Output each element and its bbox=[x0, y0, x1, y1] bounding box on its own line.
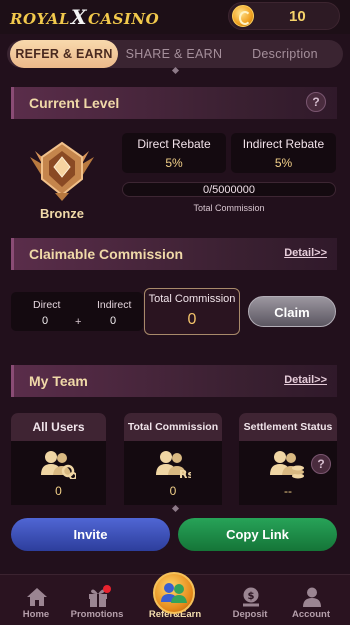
users-link-icon bbox=[41, 451, 76, 479]
claim-button[interactable]: Claim bbox=[248, 296, 336, 327]
nav-deposit-label: Deposit bbox=[232, 609, 268, 620]
balance-pill[interactable]: 10 bbox=[228, 2, 340, 30]
divider-diamond-lower bbox=[171, 504, 180, 513]
promotions-notification-badge bbox=[103, 585, 111, 593]
logo-text-casino: CASINO bbox=[88, 10, 160, 28]
direct-rebate-value: 5% bbox=[165, 156, 183, 170]
deposit-icon: $ bbox=[243, 587, 259, 607]
tab-refer-earn[interactable]: REFER & EARN bbox=[10, 40, 118, 68]
team-detail-link[interactable]: Detail>> bbox=[284, 374, 327, 386]
progress-caption: Total Commission bbox=[193, 203, 265, 213]
settlement-status-label: Settlement Status bbox=[239, 413, 337, 441]
nav-promotions[interactable]: Promotions bbox=[67, 575, 127, 625]
home-icon bbox=[27, 588, 47, 606]
nav-promotions-label: Promotions bbox=[70, 609, 124, 620]
claimable-total-value: 0 bbox=[187, 311, 197, 328]
claimable-total-box: Total Commission 0 bbox=[144, 288, 240, 335]
all-users-label: All Users bbox=[11, 413, 106, 441]
current-level-help-icon[interactable]: ? bbox=[306, 92, 326, 112]
nav-account-label: Account bbox=[292, 609, 330, 620]
indirect-label: Indirect bbox=[97, 299, 132, 311]
settlement-help-icon[interactable]: ? bbox=[311, 454, 331, 474]
plus-sign: + bbox=[75, 316, 82, 328]
total-commission-card[interactable]: Total Commission Rs 0 bbox=[124, 413, 222, 505]
settlement-status-card[interactable]: Settlement Status ? -- bbox=[239, 413, 337, 505]
direct-indirect-box: Direct 0 + Indirect 0 bbox=[11, 292, 143, 331]
coin-icon bbox=[232, 5, 254, 27]
direct-label: Direct bbox=[33, 299, 61, 311]
all-users-card[interactable]: All Users 0 bbox=[11, 413, 106, 505]
current-level-header: Current Level bbox=[11, 87, 337, 119]
claimable-total-label: Total Commission bbox=[148, 293, 236, 305]
commission-progress-bar: 0/5000000 bbox=[122, 182, 336, 197]
users-rupee-icon: Rs bbox=[156, 451, 191, 479]
direct-rebate-box: Direct Rebate 5% bbox=[122, 133, 226, 173]
claimable-commission-header: Claimable Commission Detail>> bbox=[11, 238, 337, 270]
tab-bar: REFER & EARN SHARE & EARN Description bbox=[7, 40, 343, 68]
claimable-detail-link[interactable]: Detail>> bbox=[284, 247, 327, 259]
logo-x: X bbox=[70, 5, 87, 29]
indirect-rebate-label: Indirect Rebate bbox=[242, 137, 325, 151]
nav-home-label: Home bbox=[22, 609, 50, 620]
invite-button[interactable]: Invite bbox=[11, 518, 170, 551]
svg-text:Rs: Rs bbox=[179, 468, 191, 479]
indirect-value: 0 bbox=[110, 315, 117, 327]
settlement-status-value: -- bbox=[284, 484, 292, 498]
logo-text-royal: ROYAL bbox=[10, 10, 70, 28]
nav-account[interactable]: Account bbox=[281, 575, 341, 625]
bronze-badge-icon bbox=[30, 141, 94, 201]
my-team-title: My Team bbox=[29, 373, 88, 389]
claimable-commission-title: Claimable Commission bbox=[29, 246, 184, 262]
my-team-header: My Team Detail>> bbox=[11, 365, 337, 397]
copy-link-button[interactable]: Copy Link bbox=[178, 518, 337, 551]
top-bar: ROYALXCASINO 10 bbox=[0, 0, 350, 34]
direct-rebate-label: Direct Rebate bbox=[137, 137, 211, 151]
all-users-value: 0 bbox=[55, 484, 62, 498]
refer-earn-icon[interactable] bbox=[153, 572, 195, 614]
svg-text:$: $ bbox=[248, 591, 255, 602]
tab-description[interactable]: Description bbox=[235, 40, 335, 68]
nav-deposit[interactable]: $ Deposit bbox=[220, 575, 280, 625]
direct-value: 0 bbox=[42, 315, 49, 327]
account-icon bbox=[303, 587, 321, 607]
royal-x-casino-logo[interactable]: ROYALXCASINO bbox=[10, 5, 159, 29]
users-coins-icon bbox=[270, 451, 304, 479]
total-commission-value: 0 bbox=[169, 484, 177, 498]
total-commission-label: Total Commission bbox=[124, 413, 222, 441]
current-level-title: Current Level bbox=[29, 95, 120, 111]
balance-value: 10 bbox=[289, 8, 306, 25]
nav-home[interactable]: Home bbox=[6, 575, 66, 625]
indirect-rebate-box: Indirect Rebate 5% bbox=[231, 133, 336, 173]
refer-earn-people-icon bbox=[161, 583, 187, 603]
level-name: Bronze bbox=[39, 206, 85, 221]
tab-share-earn[interactable]: SHARE & EARN bbox=[124, 40, 224, 68]
divider-diamond bbox=[171, 66, 180, 75]
progress-text: 0/5000000 bbox=[203, 184, 255, 196]
indirect-rebate-value: 5% bbox=[274, 156, 293, 170]
